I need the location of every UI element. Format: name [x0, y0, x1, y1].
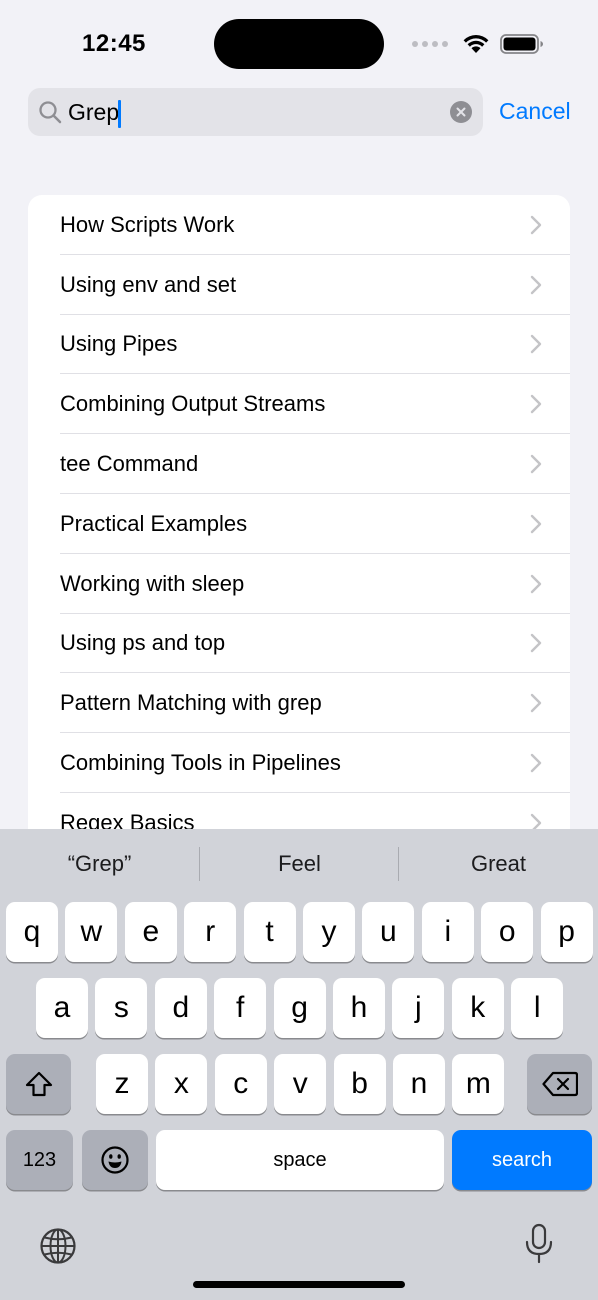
suggestion-1[interactable]: “Grep” [0, 851, 199, 877]
emoji-icon [101, 1146, 129, 1174]
list-item[interactable]: Using Pipes [28, 315, 570, 375]
chevron-right-icon [530, 753, 542, 773]
list-item[interactable]: Pattern Matching with grep [28, 673, 570, 733]
key-m[interactable]: m [452, 1054, 505, 1114]
status-indicators [412, 33, 544, 55]
key-w[interactable]: w [65, 902, 118, 962]
key-s[interactable]: s [95, 978, 148, 1038]
list-item[interactable]: Using ps and top [28, 614, 570, 674]
emoji-key[interactable] [82, 1130, 148, 1190]
results-list: How Scripts Work Using env and set Using P… [28, 195, 570, 855]
list-item-label: Combining Output Streams [60, 391, 326, 417]
key-z[interactable]: z [96, 1054, 148, 1114]
list-item-label: Working with sleep [60, 570, 245, 596]
text-cursor [118, 100, 121, 128]
search-input[interactable] [68, 94, 438, 130]
suggestion-2[interactable]: Feel [200, 851, 399, 877]
status-bar: 12:45 [0, 0, 598, 88]
list-item[interactable]: Using env and set [28, 255, 570, 315]
list-item-label: Practical Examples [60, 510, 248, 536]
microphone-icon[interactable] [523, 1223, 555, 1265]
list-item-label: How Scripts Work [60, 211, 235, 237]
chevron-right-icon [530, 514, 542, 534]
close-icon [456, 107, 466, 117]
key-v[interactable]: v [274, 1054, 327, 1114]
list-item[interactable]: Practical Examples [28, 494, 570, 554]
key-b[interactable]: b [333, 1054, 386, 1114]
suggestion-bar: “Grep” Feel Great [0, 829, 598, 897]
key-o[interactable]: o [481, 902, 534, 962]
chevron-right-icon [530, 634, 542, 653]
key-a[interactable]: a [36, 978, 88, 1038]
key-g[interactable]: g [273, 978, 326, 1038]
cellular-signal-icon [412, 41, 448, 47]
list-item[interactable]: Combining Output Streams [28, 374, 570, 434]
cancel-button[interactable]: Cancel [499, 98, 571, 125]
chevron-right-icon [530, 694, 542, 713]
list-item-label: Pattern Matching with grep [60, 690, 322, 716]
delete-icon [541, 1071, 578, 1097]
suggestion-3[interactable]: Great [399, 851, 598, 877]
search-bar: Cancel [28, 88, 578, 136]
status-time: 12:45 [82, 30, 146, 57]
clear-search-button[interactable] [450, 101, 472, 123]
chevron-right-icon [530, 454, 542, 474]
key-c[interactable]: c [214, 1054, 267, 1114]
search-field[interactable] [28, 88, 483, 136]
list-item-label: Using ps and top [60, 630, 226, 656]
list-item-label: Using env and set [60, 271, 237, 297]
search-icon [39, 101, 62, 124]
key-y[interactable]: y [303, 902, 355, 962]
list-item[interactable]: tee Command [28, 434, 570, 494]
key-e[interactable]: e [124, 902, 177, 962]
chevron-right-icon [530, 335, 542, 354]
key-n[interactable]: n [393, 1054, 445, 1114]
battery-icon [500, 34, 543, 54]
list-item-label: Combining Tools in Pipelines [60, 750, 341, 776]
keyboard: “Grep” Feel Great 123 space search q w e… [0, 829, 598, 1300]
shift-icon [25, 1071, 52, 1097]
search-key[interactable]: search [452, 1130, 592, 1190]
key-h[interactable]: h [333, 978, 385, 1038]
key-u[interactable]: u [362, 902, 415, 962]
key-f[interactable]: f [214, 978, 267, 1038]
numbers-key[interactable]: 123 [6, 1130, 73, 1190]
key-p[interactable]: p [540, 902, 593, 962]
key-k[interactable]: k [451, 978, 504, 1038]
wifi-icon [463, 35, 489, 53]
key-d[interactable]: d [154, 978, 207, 1038]
key-l[interactable]: l [511, 978, 564, 1038]
list-item[interactable]: Combining Tools in Pipelines [28, 733, 570, 793]
list-item-label: Using Pipes [60, 331, 178, 357]
list-item[interactable]: How Scripts Work [28, 195, 570, 255]
globe-icon[interactable] [39, 1227, 77, 1265]
chevron-right-icon [530, 275, 542, 294]
key-q[interactable]: q [6, 902, 58, 962]
space-key[interactable]: space [156, 1130, 444, 1190]
key-j[interactable]: j [392, 978, 445, 1038]
key-t[interactable]: t [243, 902, 296, 962]
key-x[interactable]: x [155, 1054, 208, 1114]
list-item-label: tee Command [60, 451, 199, 477]
chevron-right-icon [530, 215, 542, 235]
chevron-right-icon [530, 395, 542, 414]
key-i[interactable]: i [421, 902, 474, 962]
shift-key[interactable] [6, 1054, 71, 1114]
key-r[interactable]: r [184, 902, 237, 962]
list-item[interactable]: Working with sleep [28, 554, 570, 614]
delete-key[interactable] [527, 1054, 592, 1114]
home-indicator [193, 1281, 405, 1288]
chevron-right-icon [530, 574, 542, 593]
dynamic-island [214, 19, 384, 69]
